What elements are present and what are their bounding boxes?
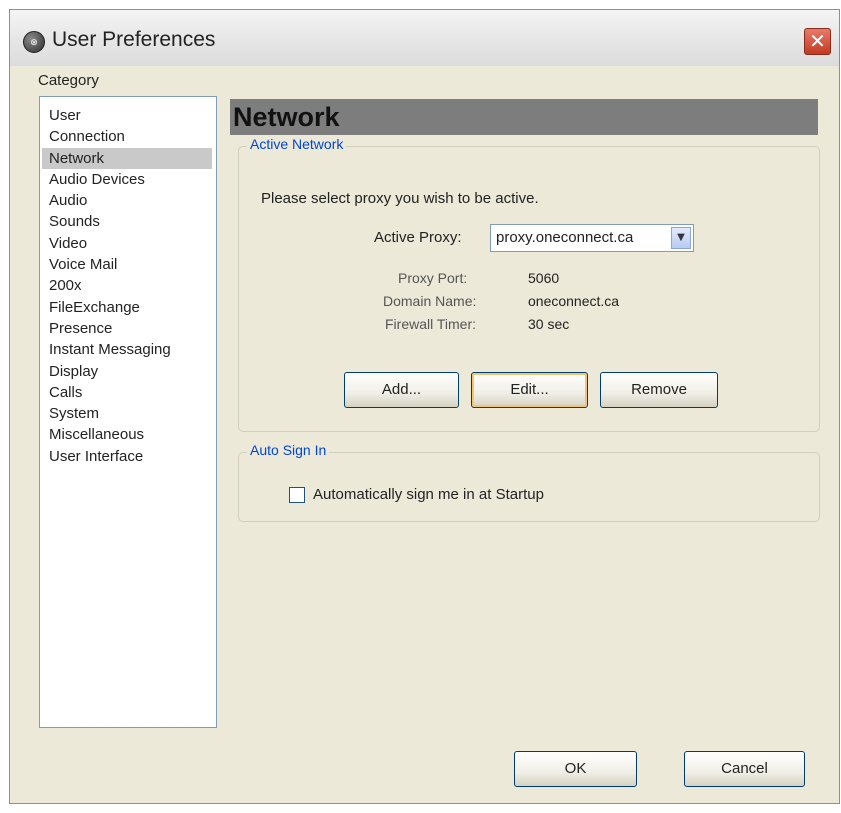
proxy-instruction: Please select proxy you wish to be activ… [261, 190, 539, 207]
category-item-voice-mail[interactable]: Voice Mail [42, 254, 212, 275]
category-item-system[interactable]: System [42, 403, 212, 424]
category-item-calls[interactable]: Calls [42, 382, 212, 403]
title-bar[interactable]: ⊗ User Preferences ✕ [10, 10, 839, 66]
category-item-audio-devices[interactable]: Audio Devices [42, 169, 212, 190]
section-header: Network [230, 99, 818, 135]
domain-name-label: Domain Name: [383, 293, 477, 309]
app-logo-icon: ⊗ [23, 31, 45, 53]
category-item-fileexchange[interactable]: FileExchange [42, 297, 212, 318]
category-item-200x[interactable]: 200x [42, 275, 212, 296]
cancel-button[interactable]: Cancel [684, 751, 805, 787]
category-item-user[interactable]: User [42, 105, 212, 126]
category-item-miscellaneous[interactable]: Miscellaneous [42, 424, 212, 445]
category-list[interactable]: User Connection Network Audio Devices Au… [39, 96, 217, 728]
chevron-down-icon[interactable]: ▼ [671, 227, 691, 249]
window-title: User Preferences [52, 28, 216, 51]
auto-sign-in-checkbox[interactable] [289, 487, 305, 503]
category-item-presence[interactable]: Presence [42, 318, 212, 339]
user-preferences-window: ⊗ User Preferences ✕ Category User Conne… [9, 9, 840, 804]
category-item-user-interface[interactable]: User Interface [42, 446, 212, 467]
remove-proxy-button[interactable]: Remove [600, 372, 718, 408]
category-item-audio[interactable]: Audio [42, 190, 212, 211]
category-item-video[interactable]: Video [42, 233, 212, 254]
close-button[interactable]: ✕ [804, 28, 831, 55]
category-item-connection[interactable]: Connection [42, 126, 212, 147]
active-network-legend: Active Network [247, 136, 347, 152]
domain-name-value: oneconnect.ca [528, 293, 620, 309]
proxy-port-value: 5060 [528, 270, 560, 286]
edit-proxy-button[interactable]: Edit... [471, 372, 588, 408]
auto-sign-in-legend: Auto Sign In [247, 442, 330, 458]
auto-sign-in-label[interactable]: Automatically sign me in at Startup [313, 486, 544, 503]
category-item-network[interactable]: Network [42, 147, 212, 169]
category-item-instant-messaging[interactable]: Instant Messaging [42, 339, 212, 360]
active-proxy-select[interactable]: proxy.oneconnect.ca ▼ [490, 224, 694, 252]
category-item-display[interactable]: Display [42, 361, 212, 382]
proxy-port-label: Proxy Port: [398, 270, 468, 286]
ok-button[interactable]: OK [514, 751, 637, 787]
active-proxy-label: Active Proxy: [374, 229, 462, 246]
category-item-sounds[interactable]: Sounds [42, 211, 212, 232]
firewall-timer-label: Firewall Timer: [385, 316, 477, 332]
add-proxy-button[interactable]: Add... [344, 372, 459, 408]
firewall-timer-value: 30 sec [528, 316, 570, 332]
active-proxy-value: proxy.oneconnect.ca [496, 229, 634, 246]
category-label: Category [38, 72, 99, 89]
